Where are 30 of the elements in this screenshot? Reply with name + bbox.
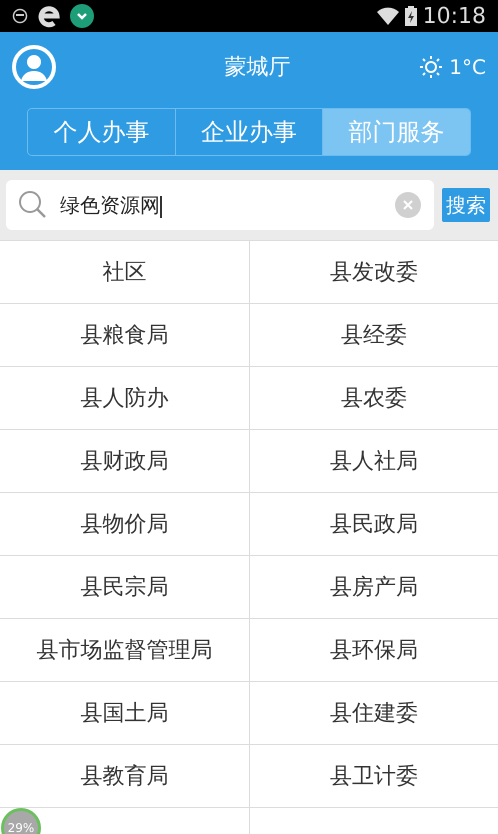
avatar-icon[interactable] <box>12 45 56 89</box>
clear-icon[interactable] <box>394 191 422 219</box>
department-item[interactable]: 县住建委 <box>250 682 498 744</box>
department-item[interactable]: 县卫计委 <box>250 745 498 807</box>
check-icon <box>70 4 94 28</box>
department-item[interactable]: 县物价局 <box>0 493 250 555</box>
department-item[interactable]: 县经委 <box>250 304 498 366</box>
department-item[interactable]: 县民政局 <box>250 493 498 555</box>
department-item[interactable]: 县国土局 <box>0 682 250 744</box>
department-item[interactable]: 县发改委 <box>250 241 498 303</box>
sun-icon <box>419 55 444 79</box>
temperature: 1°C <box>449 54 486 81</box>
department-item[interactable]: 县农委 <box>250 367 498 429</box>
department-item[interactable]: 县民宗局 <box>0 556 250 618</box>
department-item[interactable]: 县房产局 <box>250 556 498 618</box>
search-icon <box>18 190 48 220</box>
clock: 10:18 <box>422 2 486 30</box>
department-item[interactable]: 县教育局 <box>0 745 250 807</box>
wifi-icon <box>376 7 399 25</box>
battery-icon <box>404 6 417 26</box>
department-item[interactable]: 县人防办 <box>0 367 250 429</box>
browser-icon <box>36 4 62 28</box>
header-title: 蒙城厅 <box>224 54 291 82</box>
department-item[interactable]: 社区 <box>0 241 250 303</box>
department-item[interactable]: 县财政局 <box>0 430 250 492</box>
department-item[interactable]: 县环保局 <box>250 619 498 681</box>
department-item[interactable]: 县市场监督管理局 <box>0 619 250 681</box>
search-field[interactable]: 绿色资源网 <box>6 180 434 230</box>
department-item[interactable]: 县人社局 <box>250 430 498 492</box>
department-item[interactable]: 县粮食局 <box>0 304 250 366</box>
